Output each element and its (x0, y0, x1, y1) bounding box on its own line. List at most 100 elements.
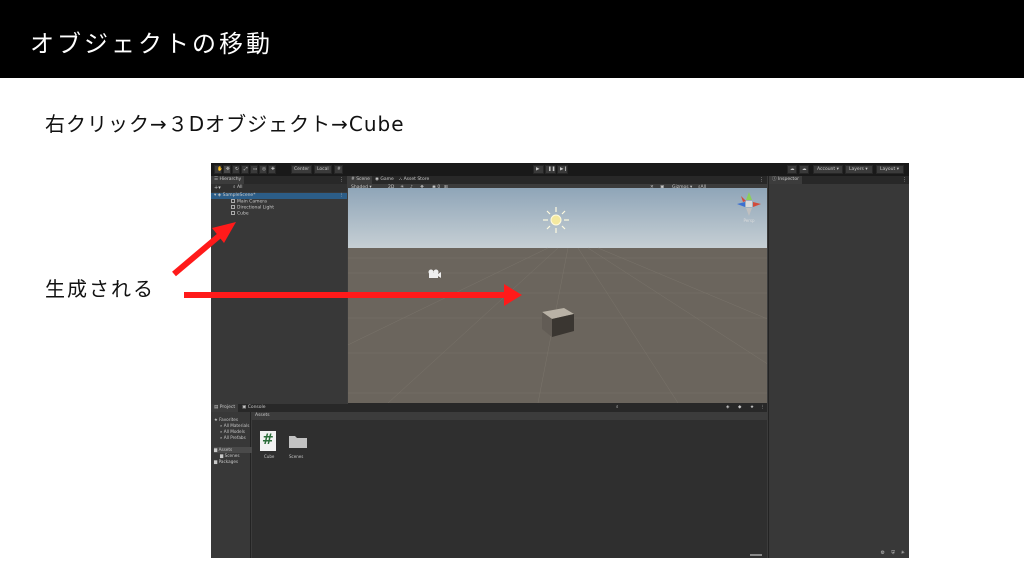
hand-tool-button[interactable]: ✋ (214, 165, 223, 174)
chevron-down-icon: ▾ (865, 167, 868, 172)
search-icon: ⌕ (220, 429, 223, 434)
tab-asset-store[interactable]: ⛬ Asset Store (396, 176, 433, 184)
step-button[interactable]: ▶❙ (557, 165, 568, 174)
favorites-label: Favorites (219, 417, 239, 422)
move-icon: ✥ (226, 167, 230, 172)
hierarchy-panel: ☰ Hierarchy ⋮ +▾ ⌕ All ▾ ◈ SampleScene* … (211, 176, 347, 404)
custom-tool-button[interactable]: ✚ (268, 165, 276, 174)
layers-dropdown[interactable]: Layers ▾ (845, 165, 873, 174)
scale-tool-button[interactable]: ⤢ (241, 165, 249, 174)
tools-icon: ✚ (271, 167, 275, 172)
asset-browser: Assets # Cube Scenes (252, 412, 767, 558)
scene-tab-label: Scene (356, 177, 370, 182)
bug-report-icon[interactable]: ⚙ (881, 550, 885, 556)
hierarchy-header: ☰ Hierarchy ⋮ (211, 176, 347, 184)
project-tab-label: Project (219, 405, 236, 410)
zoom-slider[interactable] (750, 554, 762, 556)
local-label: Local (317, 167, 329, 172)
project-panel-header: ▤ Project ▣ Console ⌕ ◈ ◆ ★ ⋮ (211, 404, 767, 412)
persp-label: Persp (744, 218, 755, 223)
tab-game[interactable]: ◉ Game (372, 176, 397, 184)
folder-icon: ▆ (220, 453, 224, 458)
tab-project[interactable]: ▤ Project (211, 404, 239, 412)
layers-label: Layers (849, 167, 864, 172)
slide-title: オブジェクトの移動 (30, 30, 273, 58)
asset-label: Cube (264, 454, 275, 459)
unity-scene-icon: ◈ (217, 193, 222, 198)
cube-object[interactable] (538, 302, 578, 340)
cloud-icon: ☁ (790, 167, 795, 172)
scene-orientation-gizmo[interactable]: Persp (735, 190, 763, 224)
gameobject-icon (231, 211, 235, 215)
scale-icon: ⤢ (244, 167, 248, 172)
favorites-item[interactable]: ⌕ All Prefabs (220, 435, 246, 441)
unity-editor-window: ✋ ✥ ↻ ⤢ ▭ ◎ ✚ Center Local # ▶ ❚❚ ▶❙ ☁ ☁… (211, 163, 909, 558)
account-dropdown[interactable]: Account ▾ (813, 165, 843, 174)
pivot-center-toggle[interactable]: Center (291, 165, 313, 174)
pivot-local-toggle[interactable]: Local (314, 165, 332, 174)
tab-inspector[interactable]: ⓘ Inspector (769, 176, 802, 184)
hierarchy-tab-label: Hierarchy (219, 177, 242, 182)
inspector-panel: ⓘ Inspector ⋮ ⚙ ⛨ ☀ (768, 176, 909, 558)
cloud-icon: ☁ (802, 167, 807, 172)
expand-arrow-icon: ▾ (214, 193, 217, 198)
gameobject-icon (231, 199, 235, 203)
hierarchy-item-label: Main Camera (237, 199, 267, 205)
star-icon[interactable]: ★ (750, 404, 754, 412)
search-icon: ⌕ (233, 185, 236, 190)
hierarchy-item[interactable]: Cube (231, 211, 249, 217)
hand-icon: ✋ (217, 167, 223, 172)
add-icon[interactable]: +▾ (214, 184, 221, 192)
tab-hierarchy[interactable]: ☰ Hierarchy (211, 176, 245, 184)
step-icon: ▶❙ (560, 167, 568, 172)
slide-title-bar: オブジェクトの移動 (0, 0, 1024, 78)
account-label: Account (817, 167, 836, 172)
scene-name: SampleScene* (222, 193, 256, 198)
rect-tool-button[interactable]: ▭ (250, 165, 258, 174)
scene-viewport[interactable]: Persp (348, 188, 767, 403)
favorites-item-label: All Materials (223, 423, 250, 428)
transform-tool-button[interactable]: ◎ (259, 165, 267, 174)
camera-gizmo-icon[interactable] (426, 268, 442, 280)
shield-icon[interactable]: ⛨ (891, 550, 895, 556)
rotate-icon: ↻ (235, 167, 239, 172)
packages-folder-row[interactable]: ▆ Packages (214, 459, 238, 465)
menu-dots-icon[interactable]: ⋮ (339, 176, 344, 184)
grid-snap-icon: # (337, 167, 341, 172)
filter-icon[interactable]: ◈ (726, 404, 729, 412)
pause-icon: ❚❚ (548, 167, 556, 172)
hierarchy-item-label: Cube (237, 211, 249, 217)
tab-scene[interactable]: # Scene (348, 176, 373, 184)
snap-button[interactable]: # (334, 165, 343, 174)
collab-button[interactable]: ☁ (787, 165, 797, 174)
play-button[interactable]: ▶ (533, 165, 544, 174)
breadcrumb-label: Assets (255, 413, 270, 418)
rotate-tool-button[interactable]: ↻ (232, 165, 240, 174)
menu-dots-icon[interactable]: ⋮ (760, 404, 765, 412)
csharp-script-icon[interactable]: # (260, 431, 276, 451)
main-toolbar: ✋ ✥ ↻ ⤢ ▭ ◎ ✚ Center Local # ▶ ❚❚ ▶❙ ☁ ☁… (211, 163, 909, 176)
inspector-tab-label: Inspector (777, 177, 799, 182)
console-tab-label: Console (247, 405, 266, 410)
label-icon[interactable]: ◆ (738, 404, 741, 412)
asset-label: Scenes (289, 454, 304, 459)
hierarchy-search-bar: +▾ ⌕ All (211, 184, 347, 192)
tab-console[interactable]: ▣ Console (239, 404, 269, 412)
move-tool-button[interactable]: ✥ (223, 165, 231, 174)
directional-light-icon[interactable] (541, 205, 571, 235)
layout-dropdown[interactable]: Layout ▾ (876, 165, 904, 174)
pause-button[interactable]: ❚❚ (545, 165, 556, 174)
breadcrumb[interactable]: Assets (252, 412, 767, 420)
chevron-down-icon: ▾ (896, 167, 900, 172)
light-bulb-icon[interactable]: ☀ (901, 550, 905, 556)
menu-dots-icon[interactable]: ⋮ (902, 176, 907, 184)
gameobject-icon (231, 205, 235, 209)
hierarchy-search-input[interactable]: ⌕ All (233, 184, 243, 192)
menu-dots-icon[interactable]: ⋮ (759, 176, 764, 184)
folder-icon[interactable] (288, 433, 308, 449)
services-button[interactable]: ☁ (799, 165, 809, 174)
folder-icon: ▆ (214, 447, 218, 452)
menu-dots-icon[interactable]: ⋮ (340, 193, 345, 199)
layout-label: Layout (880, 167, 896, 172)
search-icon[interactable]: ⌕ (616, 404, 619, 412)
